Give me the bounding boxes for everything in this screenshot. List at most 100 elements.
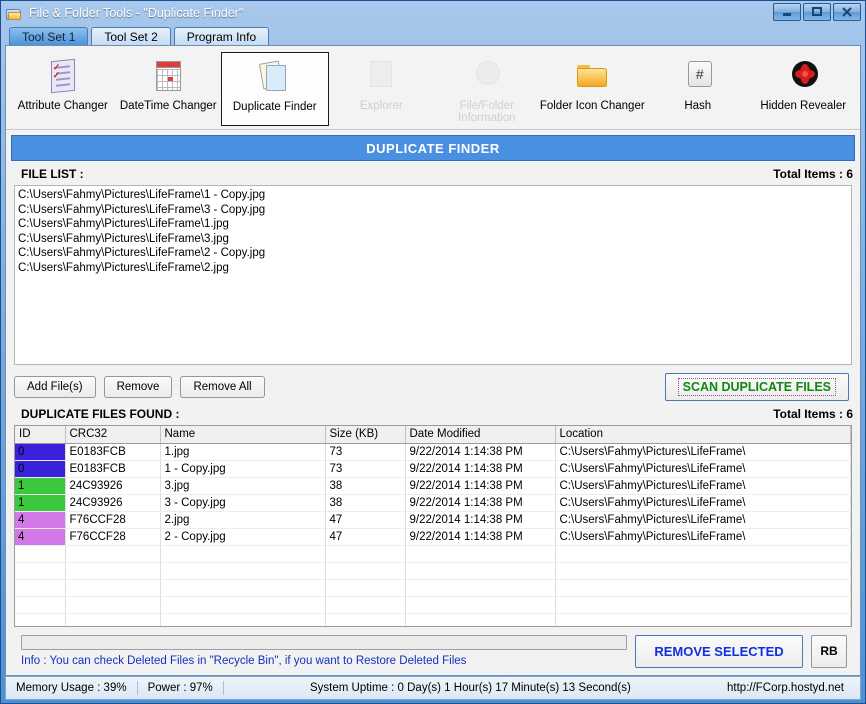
- cell-size: 47: [325, 528, 406, 546]
- table-row-empty: [15, 579, 851, 597]
- cell-empty: [555, 596, 851, 614]
- tool-hash[interactable]: # Hash: [645, 52, 751, 126]
- cell-name: 2.jpg: [160, 511, 326, 529]
- cell-name: 1 - Copy.jpg: [160, 460, 326, 478]
- tool-explorer: Explorer: [329, 52, 435, 126]
- tool-label: DateTime Changer: [119, 100, 217, 112]
- cell-empty: [405, 613, 556, 626]
- tab-label: Tool Set 2: [104, 29, 158, 44]
- cell-empty: [160, 579, 326, 597]
- list-item[interactable]: C:\Users\Fahmy\Pictures\LifeFrame\1 - Co…: [18, 188, 848, 203]
- table-row[interactable]: 0 E0183FCB 1.jpg 73 9/22/2014 1:14:38 PM C:\U…: [15, 443, 851, 461]
- status-url[interactable]: http://FCorp.hostyd.net: [717, 682, 854, 694]
- cell-location: C:\Users\Fahmy\Pictures\LifeFrame\: [555, 528, 851, 546]
- bottom-bar: Info : You can check Deleted Files in "R…: [11, 627, 855, 675]
- cell-id: 4: [15, 511, 66, 529]
- duplicate-files-table[interactable]: ID CRC32 Name Size (KB) Date Modified Lo…: [14, 425, 852, 627]
- results-total: Total Items : 6: [773, 407, 853, 421]
- column-header-date-modified[interactable]: Date Modified: [405, 426, 556, 444]
- client-area: ✓ ✓ Attribute Changer DateTime Changer D…: [5, 45, 861, 676]
- cell-date-modified: 9/22/2014 1:14:38 PM: [405, 494, 556, 512]
- tool-attribute-changer[interactable]: ✓ ✓ Attribute Changer: [10, 52, 116, 126]
- list-item[interactable]: C:\Users\Fahmy\Pictures\LifeFrame\2.jpg: [18, 261, 848, 276]
- list-item[interactable]: C:\Users\Fahmy\Pictures\LifeFrame\3 - Co…: [18, 203, 848, 218]
- list-item[interactable]: C:\Users\Fahmy\Pictures\LifeFrame\2 - Co…: [18, 246, 848, 261]
- tab-tool-set-1[interactable]: Tool Set 1: [9, 27, 89, 45]
- title-bar: File & Folder Tools - "Duplicate Finder": [1, 1, 865, 25]
- cell-location: C:\Users\Fahmy\Pictures\LifeFrame\: [555, 494, 851, 512]
- cell-id: 0: [15, 460, 66, 478]
- table-row-empty: [15, 613, 851, 626]
- page-title: DUPLICATE FINDER: [11, 135, 855, 161]
- tab-tool-set-2[interactable]: Tool Set 2: [91, 27, 171, 45]
- tool-folder-icon-changer[interactable]: Folder Icon Changer: [540, 52, 646, 126]
- table-row[interactable]: 4 F76CCF28 2.jpg 47 9/22/2014 1:14:38 PM C:\U…: [15, 511, 851, 529]
- file-list-header: FILE LIST : Total Items : 6: [11, 161, 855, 185]
- table-header-row: ID CRC32 Name Size (KB) Date Modified Lo…: [15, 426, 851, 444]
- remove-all-button[interactable]: Remove All: [180, 376, 265, 398]
- cell-location: C:\Users\Fahmy\Pictures\LifeFrame\: [555, 477, 851, 495]
- progress-area: Info : You can check Deleted Files in "R…: [21, 635, 627, 667]
- cell-empty: [405, 579, 556, 597]
- cell-crc32: F76CCF28: [65, 528, 161, 546]
- results-label: DUPLICATE FILES FOUND :: [21, 407, 180, 421]
- minimize-icon[interactable]: [773, 3, 801, 21]
- cell-crc32: E0183FCB: [65, 443, 161, 461]
- cell-empty: [160, 596, 326, 614]
- progress-bar: [21, 635, 627, 650]
- cell-crc32: 24C93926: [65, 477, 161, 495]
- cell-size: 47: [325, 511, 406, 529]
- cell-empty: [160, 562, 326, 580]
- table-row[interactable]: 1 24C93926 3 - Copy.jpg 38 9/22/2014 1:14:38…: [15, 494, 851, 512]
- status-memory-usage: Memory Usage : 39%: [16, 682, 127, 694]
- cell-location: C:\Users\Fahmy\Pictures\LifeFrame\: [555, 511, 851, 529]
- cell-size: 73: [325, 460, 406, 478]
- tool-toolbar: ✓ ✓ Attribute Changer DateTime Changer D…: [6, 46, 860, 130]
- status-system-uptime: System Uptime : 0 Day(s) 1 Hour(s) 17 Mi…: [309, 682, 631, 694]
- maximize-icon[interactable]: [803, 3, 831, 21]
- add-files-button[interactable]: Add File(s): [14, 376, 96, 398]
- cell-empty: [325, 596, 406, 614]
- cell-date-modified: 9/22/2014 1:14:38 PM: [405, 443, 556, 461]
- column-header-name[interactable]: Name: [160, 426, 326, 444]
- tool-label: Attribute Changer: [17, 100, 108, 112]
- close-icon[interactable]: [833, 3, 861, 21]
- column-header-size[interactable]: Size (KB): [325, 426, 406, 444]
- info-text: Info : You can check Deleted Files in "R…: [21, 655, 467, 667]
- recycle-bin-button[interactable]: RB: [811, 634, 847, 668]
- hash-icon: #: [676, 57, 720, 97]
- tool-label: Hash: [684, 100, 712, 112]
- cell-empty: [65, 596, 161, 614]
- tab-program-info[interactable]: Program Info: [173, 27, 270, 45]
- table-row[interactable]: 4 F76CCF28 2 - Copy.jpg 47 9/22/2014 1:14:38…: [15, 528, 851, 546]
- table-row[interactable]: 1 24C93926 3.jpg 38 9/22/2014 1:14:38 PM C:\U…: [15, 477, 851, 495]
- cell-location: C:\Users\Fahmy\Pictures\LifeFrame\: [555, 460, 851, 478]
- list-item[interactable]: C:\Users\Fahmy\Pictures\LifeFrame\3.jpg: [18, 232, 848, 247]
- tool-duplicate-finder[interactable]: Duplicate Finder: [221, 52, 329, 126]
- cell-crc32: F76CCF28: [65, 511, 161, 529]
- file-list-actions: Add File(s) Remove Remove All SCAN DUPLI…: [11, 365, 855, 407]
- remove-button[interactable]: Remove: [103, 376, 173, 398]
- table-row[interactable]: 0 E0183FCB 1 - Copy.jpg 73 9/22/2014 1:14:38…: [15, 460, 851, 478]
- remove-selected-button[interactable]: REMOVE SELECTED: [635, 634, 803, 668]
- tool-datetime-changer[interactable]: DateTime Changer: [116, 52, 222, 126]
- scan-duplicate-files-button[interactable]: SCAN DUPLICATE FILES: [664, 373, 849, 401]
- tab-strip: Tool Set 1 Tool Set 2 Program Info: [1, 25, 865, 45]
- file-folder-info-icon: [465, 57, 509, 97]
- open-folder-icon: [570, 57, 614, 97]
- list-item[interactable]: C:\Users\Fahmy\Pictures\LifeFrame\1.jpg: [18, 217, 848, 232]
- cell-empty: [15, 579, 66, 597]
- scan-button-label: SCAN DUPLICATE FILES: [677, 378, 836, 396]
- cell-empty: [555, 562, 851, 580]
- cell-empty: [160, 613, 326, 626]
- application-window: File & Folder Tools - "Duplicate Finder"…: [0, 0, 866, 704]
- column-header-id[interactable]: ID: [15, 426, 66, 444]
- tool-hidden-revealer[interactable]: Hidden Revealer: [751, 52, 857, 126]
- tool-file-folder-information: File/Folder Information: [434, 52, 540, 126]
- tool-label: Duplicate Finder: [232, 101, 317, 113]
- column-header-location[interactable]: Location: [555, 426, 851, 444]
- file-list[interactable]: C:\Users\Fahmy\Pictures\LifeFrame\1 - Co…: [14, 185, 852, 365]
- cell-empty: [15, 545, 66, 563]
- column-header-crc32[interactable]: CRC32: [65, 426, 161, 444]
- table-row-empty: [15, 545, 851, 563]
